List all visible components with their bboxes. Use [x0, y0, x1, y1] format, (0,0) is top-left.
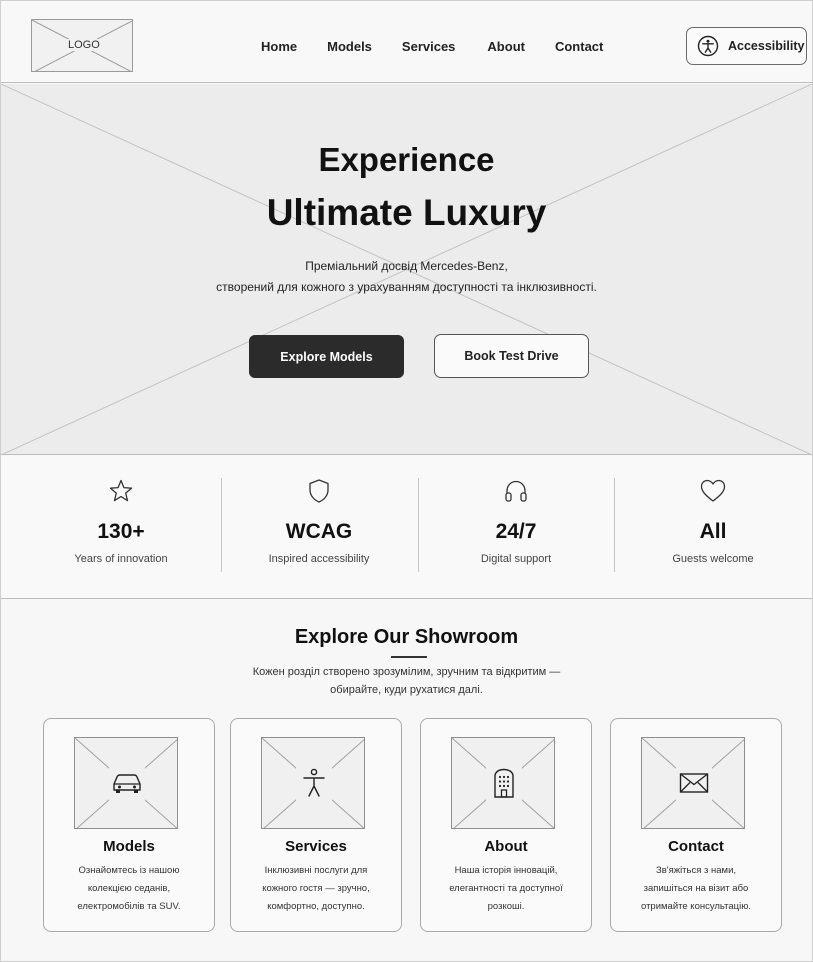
hero-title-line2: Ultimate Luxury — [266, 192, 547, 233]
star-icon — [109, 479, 133, 502]
stat-item: WCAG Inspired accessibility — [219, 456, 419, 599]
card-about[interactable]: About Наша історія інновацій, елегантнос… — [420, 718, 592, 932]
stat-value: 24/7 — [495, 520, 537, 543]
stat-item: All Guests welcome — [613, 456, 813, 599]
card-services[interactable]: Services Інклюзивні послуги для кожного … — [230, 718, 402, 932]
stat-label: Digital support — [480, 553, 552, 565]
main-nav: Home Models Services About Contact — [261, 39, 633, 54]
stat-label: Inspired accessibility — [268, 553, 370, 565]
explore-models-button[interactable]: Explore Models — [249, 335, 404, 378]
nav-contact[interactable]: Contact — [555, 39, 603, 54]
card-title: Services — [285, 838, 347, 855]
card-text-line: розкоші. — [487, 901, 525, 912]
stat-label: Guests welcome — [672, 553, 754, 565]
card-contact[interactable]: Contact Зв'яжіться з нами, запишіться на… — [610, 718, 782, 932]
showroom-section: Explore Our Showroom Кожен розділ створе… — [1, 600, 812, 961]
car-icon — [113, 774, 141, 793]
logo[interactable]: LOGO — [31, 19, 133, 72]
card-text-line: Інклюзивні послуги для — [264, 865, 368, 876]
card-text-line: колекцією седанів, — [87, 883, 171, 894]
hero-title-line1: Experience — [318, 141, 495, 178]
card-text-line: Наша історія інновацій, — [454, 865, 558, 876]
accessibility-button[interactable]: Accessibility — [686, 27, 807, 65]
nav-home[interactable]: Home — [261, 39, 297, 54]
page: LOGO Home Models Services About Contact … — [0, 0, 813, 962]
card-text-line: кожного гостя — зручно, — [262, 883, 370, 894]
hero-subtitle-line1: Преміальний досвід Mercedes-Benz, — [305, 259, 508, 273]
card-title: Contact — [668, 838, 724, 855]
envelope-icon — [679, 773, 709, 793]
card-text-line: Зв'яжіться з нами, — [655, 865, 737, 876]
person-icon — [303, 768, 325, 797]
logo-text: LOGO — [66, 39, 102, 51]
showroom-title: Explore Our Showroom — [294, 626, 519, 648]
nav-models[interactable]: Models — [327, 39, 372, 54]
heart-icon — [700, 479, 726, 502]
building-icon — [494, 768, 514, 798]
site-header: LOGO Home Models Services About Contact … — [1, 1, 812, 83]
stats-section: 130+ Years of innovation WCAG Inspired a… — [1, 456, 812, 599]
card-image-placeholder — [641, 737, 745, 829]
nav-services[interactable]: Services — [402, 39, 456, 54]
showroom-description-line1: Кожен розділ створено зрозумілим, зручни… — [252, 666, 561, 678]
book-test-drive-button[interactable]: Book Test Drive — [434, 334, 589, 378]
title-underline — [391, 656, 427, 658]
stat-item: 24/7 Digital support — [416, 456, 616, 599]
shield-icon — [309, 479, 329, 503]
card-text-line: елегантності та доступної — [449, 883, 563, 894]
card-text-line: отримайте консультацію. — [641, 901, 751, 912]
stat-label: Years of innovation — [74, 553, 168, 565]
card-models[interactable]: Models Ознайомтесь із нашою колекцією се… — [43, 718, 215, 932]
card-image-placeholder — [451, 737, 555, 829]
accessibility-icon — [697, 35, 719, 57]
stat-item: 130+ Years of innovation — [21, 456, 221, 599]
stat-value: All — [699, 520, 727, 543]
nav-about[interactable]: About — [487, 39, 525, 54]
hero-section: Experience Ultimate Luxury Преміальний д… — [1, 84, 812, 455]
stat-value: 130+ — [97, 520, 145, 543]
card-text-line: комфортно, доступно. — [267, 901, 365, 912]
hero-subtitle-line2: створений для кожного з урахуванням дост… — [216, 280, 597, 294]
accessibility-label: Accessibility — [728, 39, 805, 53]
card-text-line: запишіться на візит або — [643, 883, 749, 894]
showroom-description-line2: обирайте, куди рухатися далі. — [330, 684, 483, 696]
stat-value: WCAG — [285, 520, 353, 543]
card-image-placeholder — [74, 737, 178, 829]
headphones-icon — [505, 480, 527, 502]
card-title: Models — [103, 838, 155, 855]
card-image-placeholder — [261, 737, 365, 829]
card-text-line: Ознайомтесь із нашою — [78, 865, 180, 876]
card-text-line: електромобілів та SUV. — [77, 901, 181, 912]
card-title: About — [484, 838, 528, 855]
